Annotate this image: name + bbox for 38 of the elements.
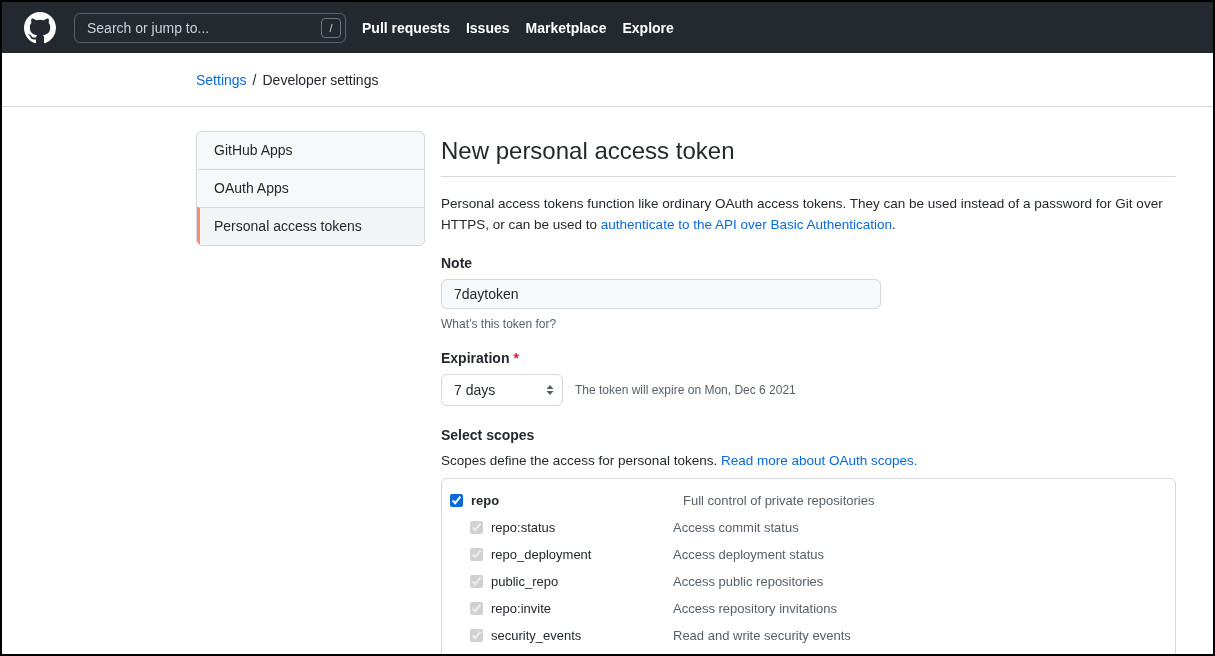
scope-description: Access commit status — [673, 520, 799, 535]
scopes-description: Scopes define the access for personal tokens. Read more about OAuth scopes. — [441, 453, 919, 468]
field-label: Note — [441, 255, 474, 271]
field-hint: What’s this token for? — [441, 317, 558, 331]
scope-description: Read and write security events — [673, 628, 851, 643]
nav-link[interactable]: Explore — [622, 19, 674, 36]
scope-description: Access deployment status — [673, 547, 825, 562]
expiration-dropdown[interactable]: 7 days — [441, 374, 563, 406]
scope-checkbox[interactable] — [450, 494, 463, 507]
scope-name: security_events — [491, 628, 583, 643]
octocat-logo-icon[interactable] — [24, 11, 56, 44]
breadcrumb-link[interactable]: Settings — [196, 71, 247, 88]
nav-link[interactable]: Marketplace — [525, 19, 607, 36]
scope-description: Access public repositories — [673, 574, 824, 589]
intro-paragraph: Personal access tokens function like ordinary OAuth access tokens. They can be used instead of a password for Git over HTTPS, or can be used to authenticate to the API over Basic Authentication. — [441, 195, 1164, 234]
sidebar-item[interactable]: Personal access tokens — [197, 207, 424, 245]
nav-link[interactable]: Pull requests — [362, 19, 450, 36]
scope-name: repo:invite — [491, 601, 552, 616]
scope-description: Full control of private repositories — [683, 493, 875, 508]
scope-name: repo — [471, 493, 501, 508]
required-mark: * — [513, 350, 519, 366]
page-title: New personal access token — [441, 137, 1176, 177]
scope-name: public_repo — [491, 574, 560, 589]
scope-name: repo:status — [491, 520, 557, 535]
section-heading: Select scopes — [441, 427, 536, 443]
nav-link[interactable]: Issues — [465, 19, 510, 36]
scope-name: repo_deployment — [491, 547, 593, 562]
shortcut-key: / — [321, 17, 341, 38]
up-down-caret-icon — [546, 384, 554, 396]
oauth-scopes-link[interactable]: Read more about OAuth scopes. — [720, 453, 918, 468]
sidebar-item[interactable]: GitHub Apps — [197, 132, 424, 169]
scope-description: Access repository invitations — [673, 601, 837, 616]
docs-link[interactable]: authenticate to the API over Basic Authentication — [600, 217, 893, 232]
expiration-hint: The token will expire on Mon, Dec 6 2021 — [575, 383, 796, 397]
field-label: Expiration — [441, 350, 510, 366]
note-input-field[interactable]: 7daytoken — [441, 279, 881, 309]
breadcrumb-current: Developer settings — [262, 71, 379, 88]
breadcrumb-separator: / — [252, 71, 257, 88]
